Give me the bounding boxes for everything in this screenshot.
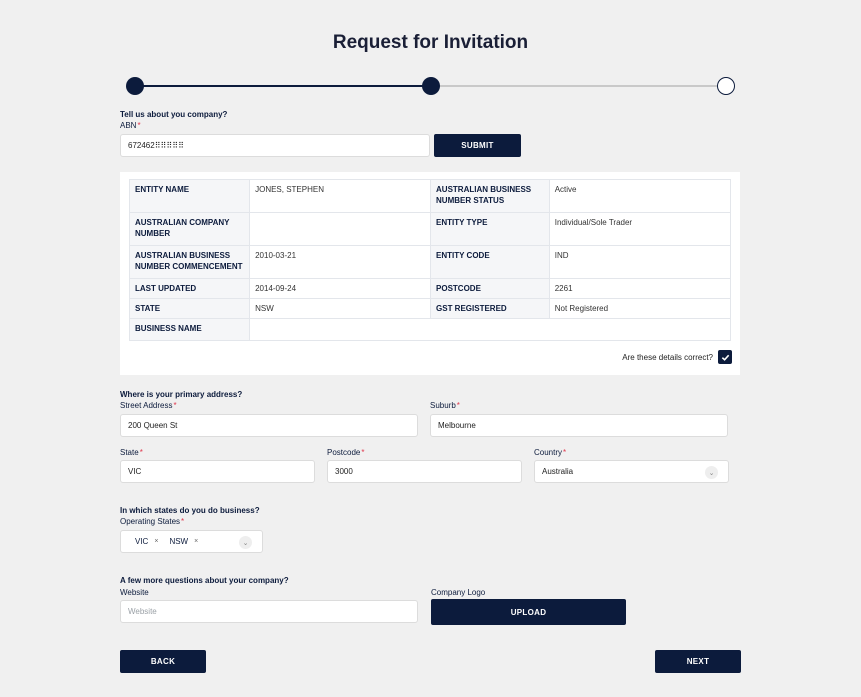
- street-input[interactable]: 200 Queen St: [120, 414, 418, 437]
- table-row: LAST UPDATED 2014-09-24 POSTCODE 2261: [128, 278, 732, 299]
- suburb-input[interactable]: Melbourne: [430, 414, 728, 437]
- table-row: AUSTRALIAN BUSINESS NUMBER COMMENCEMENT …: [128, 245, 732, 279]
- entity-code-key: ENTITY CODE: [430, 245, 550, 279]
- table-row: STATE NSW GST REGISTERED Not Registered: [128, 298, 732, 319]
- website-label: Website: [120, 588, 149, 597]
- abn-status-key: AUSTRALIAN BUSINESS NUMBER STATUS: [430, 179, 550, 213]
- gst-key: GST REGISTERED: [430, 298, 550, 319]
- operating-states-label: Operating States*: [120, 517, 185, 526]
- back-button[interactable]: BACK: [120, 650, 206, 673]
- operating-question: In which states do you do business?: [120, 506, 260, 515]
- table-row: BUSINESS NAME: [128, 318, 731, 341]
- close-icon[interactable]: ×: [154, 538, 158, 545]
- country-label: Country*: [534, 448, 567, 457]
- acn-key: AUSTRALIAN COMPANY NUMBER: [128, 212, 251, 246]
- business-name-key: BUSINESS NAME: [128, 318, 251, 341]
- gst-value: Not Registered: [548, 298, 732, 319]
- entity-name-key: ENTITY NAME: [128, 179, 251, 213]
- step-3-indicator: [717, 77, 735, 95]
- submit-button[interactable]: SUBMIT: [434, 134, 521, 157]
- acn-value: [249, 212, 432, 246]
- street-label: Street Address*: [120, 401, 177, 410]
- postcode-value: 2261: [548, 278, 732, 299]
- postcode-key: POSTCODE: [430, 278, 550, 299]
- chevron-down-icon[interactable]: ⌄: [239, 536, 252, 549]
- step-1-indicator: [126, 77, 144, 95]
- entity-name-value: JONES, STEPHEN: [249, 179, 432, 213]
- abn-commencement-value: 2010-03-21: [249, 245, 432, 279]
- abn-input[interactable]: 672462⠿⠿⠿⠿⠿: [120, 134, 430, 157]
- progress-line-complete: [135, 85, 431, 87]
- chip-label: NSW: [169, 537, 189, 546]
- company-question: Tell us about you company?: [120, 110, 228, 119]
- abn-details-table: ENTITY NAME JONES, STEPHEN AUSTRALIAN BU…: [128, 179, 732, 341]
- step-2-indicator: [422, 77, 440, 95]
- entity-type-value: Individual/Sole Trader: [548, 212, 732, 246]
- more-question: A few more questions about your company?: [120, 576, 289, 585]
- entity-type-key: ENTITY TYPE: [430, 212, 550, 246]
- abn-commencement-key: AUSTRALIAN BUSINESS NUMBER COMMENCEMENT: [128, 245, 251, 279]
- company-logo-label: Company Logo: [431, 588, 486, 597]
- chip-label: VIC: [135, 537, 149, 546]
- state-key: STATE: [128, 298, 251, 319]
- state-chip-vic: VIC ×: [135, 537, 158, 546]
- operating-states-select[interactable]: VIC × NSW × ⌄: [120, 530, 263, 553]
- abn-status-value: Active: [548, 179, 732, 213]
- postcode-label: Postcode*: [327, 448, 365, 457]
- abn-details-card: ENTITY NAME JONES, STEPHEN AUSTRALIAN BU…: [120, 172, 740, 375]
- last-updated-value: 2014-09-24: [249, 278, 432, 299]
- confirm-details-label: Are these details correct?: [622, 353, 713, 362]
- entity-code-value: IND: [548, 245, 732, 279]
- state-input[interactable]: VIC: [120, 460, 315, 483]
- state-value: NSW: [249, 298, 432, 319]
- business-name-value: [249, 318, 731, 341]
- address-question: Where is your primary address?: [120, 390, 243, 399]
- check-icon: [721, 354, 729, 361]
- next-button[interactable]: NEXT: [655, 650, 741, 673]
- chevron-down-icon[interactable]: ⌄: [705, 466, 718, 479]
- progress-stepper: [0, 76, 861, 96]
- state-chip-nsw: NSW ×: [169, 537, 198, 546]
- confirm-details-checkbox[interactable]: [718, 350, 732, 364]
- postcode-input[interactable]: 3000: [327, 460, 522, 483]
- abn-label: ABN*: [120, 121, 141, 130]
- table-row: AUSTRALIAN COMPANY NUMBER ENTITY TYPE In…: [128, 212, 732, 246]
- state-label: State*: [120, 448, 143, 457]
- country-value: Australia: [542, 467, 574, 476]
- last-updated-key: LAST UPDATED: [128, 278, 251, 299]
- progress-line-pending: [431, 85, 726, 87]
- page-title: Request for Invitation: [332, 32, 529, 53]
- table-row: ENTITY NAME JONES, STEPHEN AUSTRALIAN BU…: [128, 179, 732, 213]
- upload-logo-button[interactable]: UPLOAD: [431, 599, 626, 625]
- website-input[interactable]: Website: [120, 600, 418, 623]
- suburb-label: Suburb*: [430, 401, 460, 410]
- country-select[interactable]: Australia ⌄: [534, 460, 729, 483]
- close-icon[interactable]: ×: [194, 538, 198, 545]
